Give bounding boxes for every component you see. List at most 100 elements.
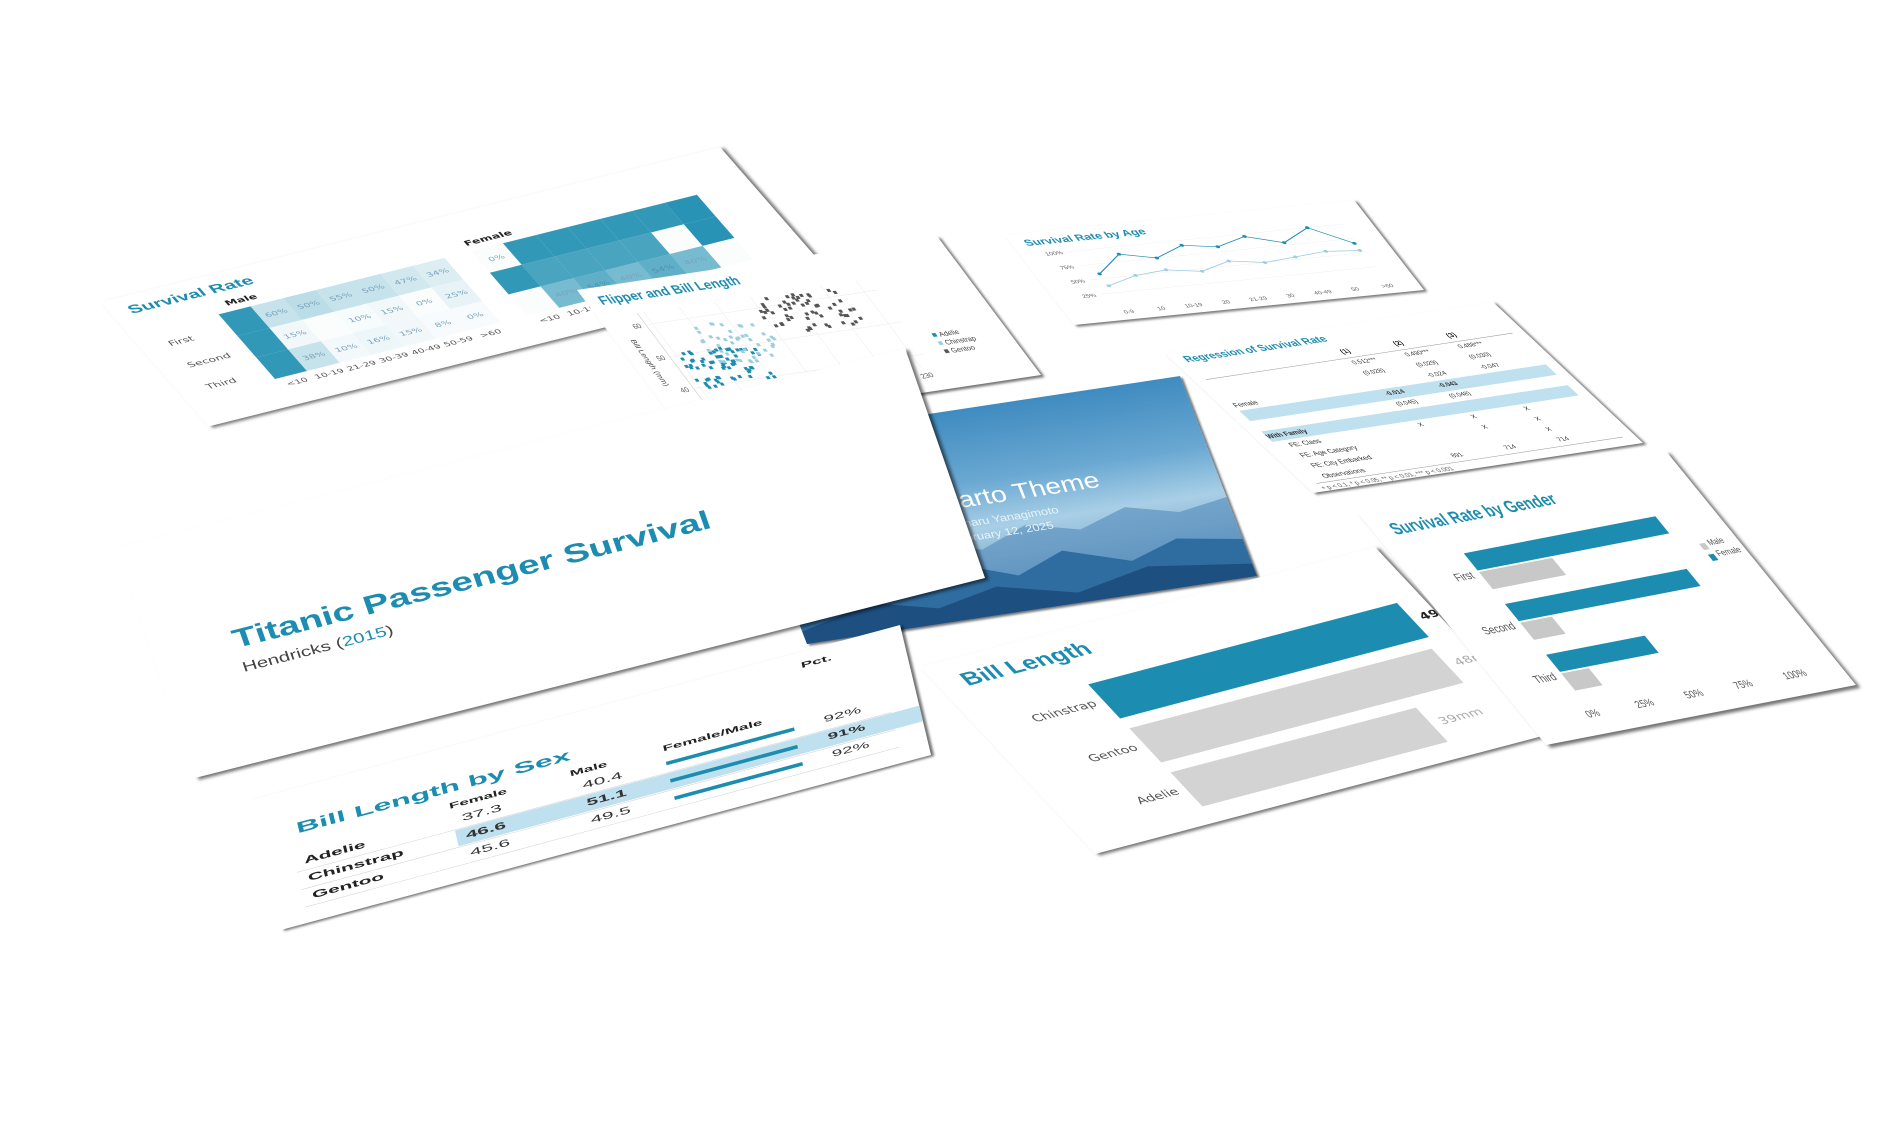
scatter-point	[787, 306, 793, 310]
regression-cell: X	[1521, 405, 1533, 412]
regression-cell: (0.030)	[1466, 351, 1494, 361]
regression-cell: -0.014	[1382, 388, 1408, 397]
x-tick-label: 40-49	[409, 342, 444, 357]
regression-cell: X	[1543, 426, 1555, 433]
x-tick-label: 30	[1285, 293, 1297, 299]
x-tick-label: 20	[1220, 299, 1232, 305]
scatter-point	[766, 338, 772, 342]
row-label-third: Third	[203, 376, 240, 392]
scatter-point	[707, 335, 714, 339]
scatter-point	[763, 297, 770, 301]
x-tick-label: >60	[1380, 283, 1396, 289]
row-label-first: First	[166, 334, 197, 349]
scatter-point	[727, 329, 733, 334]
x-gridline	[749, 296, 816, 384]
scatter-point	[760, 302, 766, 307]
scatter-point	[700, 363, 707, 367]
y-tick-label: 75%	[1059, 265, 1077, 272]
y-tick-label: 60	[630, 322, 644, 331]
regression-cell: (0.029)	[1413, 359, 1441, 369]
scatter-point	[798, 293, 805, 298]
x-tick-label: 75%	[1730, 677, 1756, 692]
x-tick-label: 0%	[1582, 706, 1604, 721]
scatter-point	[722, 338, 728, 342]
scatter-point	[818, 314, 825, 318]
scatter-point	[837, 299, 843, 303]
scatter-point	[706, 385, 713, 390]
scatter-point	[718, 349, 724, 353]
regression-cell: (0.028)	[1360, 367, 1388, 377]
legend-swatch	[931, 332, 938, 337]
regression-cell: -0.047	[1477, 362, 1503, 371]
scatter-point	[708, 366, 714, 370]
scatter-point	[826, 288, 832, 293]
y-tick-label: 50%	[1070, 279, 1088, 286]
y-axis-title: Bill Length (mm)	[628, 339, 671, 387]
regression-cell: 0.490***	[1402, 348, 1433, 358]
scatter-point	[755, 343, 762, 347]
scatter-point	[788, 315, 795, 320]
scatter-point	[832, 290, 838, 295]
male-bar	[1561, 668, 1603, 691]
scatter-point	[773, 324, 779, 328]
bill-category-label: Gentoo	[1084, 741, 1142, 765]
scatter-point	[840, 321, 846, 325]
x-tick-label: >60	[477, 327, 504, 340]
scatter-point	[800, 303, 806, 307]
regression-cell: 714	[1554, 435, 1572, 443]
slide-collage: Survival Rate Male Female First Second T…	[0, 0, 1893, 1130]
y-gridline	[1067, 223, 1344, 252]
scatter-point	[769, 353, 775, 357]
x-tick-label: 0-9	[1122, 309, 1136, 315]
x-tick-label: 40-49	[1313, 289, 1335, 296]
scatter-point	[782, 307, 789, 312]
ratio-bar	[669, 745, 798, 783]
scatter-point	[811, 323, 818, 327]
legend-swatch	[943, 349, 950, 354]
bill-category-label: Adelie	[1132, 785, 1183, 807]
scatter-point	[760, 332, 767, 336]
female-bar	[1463, 516, 1670, 571]
scatter-point	[724, 352, 730, 356]
regression-cell: X	[1532, 415, 1544, 423]
legend-swatch	[937, 341, 944, 346]
scatter-point	[769, 311, 776, 315]
x-gridline	[714, 301, 780, 389]
sex-table-header: Pct.	[799, 652, 833, 670]
scatter-point	[729, 341, 735, 345]
titanic-year: 2015	[340, 624, 390, 650]
regression-cell: 891	[1448, 451, 1466, 459]
series-line	[1108, 250, 1361, 287]
y-tick-label: 25%	[1081, 293, 1099, 300]
scatter-point	[831, 302, 838, 307]
x-tick-label: 50-59	[441, 334, 476, 349]
scatter-point	[696, 330, 702, 334]
x-tick-label: 230	[918, 371, 935, 380]
scatter-point	[719, 323, 725, 327]
regression-col-header: (2)	[1390, 339, 1406, 348]
regression-cell: X	[1468, 413, 1480, 420]
gender-row-label: Third	[1529, 670, 1560, 686]
x-tick-label: 50%	[1680, 686, 1707, 701]
regression-cell: X	[1415, 421, 1427, 428]
scatter-point	[737, 374, 743, 379]
y-gridline	[645, 289, 878, 326]
scatter-point	[857, 316, 864, 320]
x-tick-label: 10-19	[312, 367, 347, 381]
y-gridline	[1078, 237, 1355, 267]
female-bar	[1546, 635, 1659, 672]
scatter-point	[804, 312, 810, 316]
x-gridline	[643, 312, 709, 400]
series-point	[1352, 241, 1357, 245]
x-tick-label: <10	[536, 313, 563, 325]
legend-label: Female	[1713, 545, 1745, 559]
regression-cell: -0.043	[1435, 380, 1461, 389]
scatter-point	[693, 326, 699, 331]
scatter-point	[837, 309, 844, 313]
bill-value-label: 39mm	[1434, 705, 1487, 727]
male-heatmap: 60% 50% 55% 50% 47% 34% 15% 10% 15% 0% 25% 38% 10% 16…	[218, 257, 501, 379]
y-tick-label: 50	[654, 354, 668, 363]
scatter-point	[823, 323, 830, 327]
y-gridline	[1100, 266, 1378, 295]
row-divider	[300, 729, 896, 890]
